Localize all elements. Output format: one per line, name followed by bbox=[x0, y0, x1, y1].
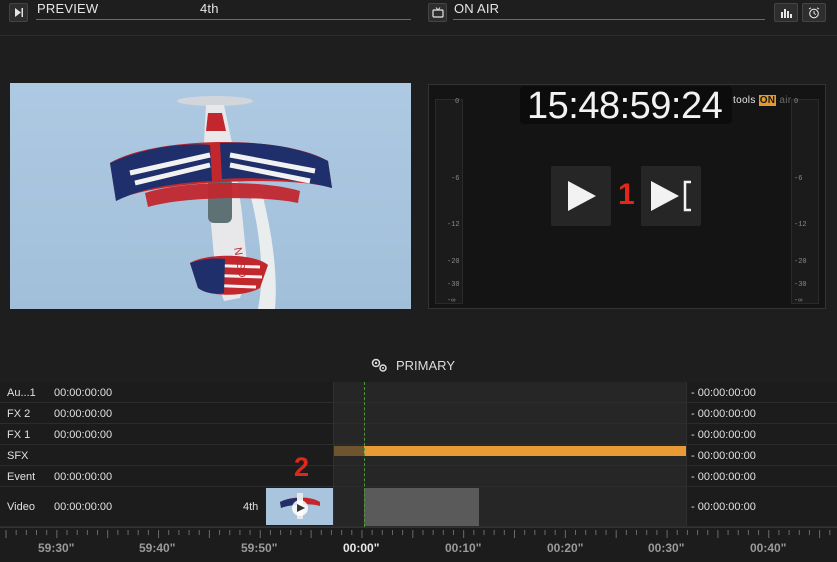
track-row-fx2[interactable]: FX 2 00:00:00:00 - 00:00:00:00 bbox=[0, 403, 837, 424]
ruler-label: 00:20" bbox=[547, 541, 584, 555]
ruler-label-current: 00:00" bbox=[343, 541, 380, 555]
track-row-video[interactable]: Video 00:00:00:00 4th - 00:00:00:00 bbox=[0, 487, 837, 527]
ruler-label: 00:10" bbox=[445, 541, 482, 555]
track-remaining: - 00:00:00:00 bbox=[691, 387, 756, 399]
video-clip-label: 4th bbox=[243, 501, 259, 513]
meter-tick: -12 bbox=[447, 221, 460, 229]
track-name: Event bbox=[7, 471, 36, 483]
track-name: Video bbox=[7, 501, 35, 513]
track-name: SFX bbox=[7, 450, 29, 462]
ruler-ticks bbox=[5, 530, 831, 538]
brand-suffix: air bbox=[779, 95, 792, 106]
meter-tick: -∞ bbox=[447, 297, 456, 305]
track-name: FX 2 bbox=[7, 408, 31, 420]
airplane-thumbnail bbox=[280, 493, 320, 519]
primary-label: PRIMARY bbox=[396, 357, 455, 373]
meter-tick: -20 bbox=[447, 258, 460, 266]
timeline-playhead[interactable] bbox=[364, 382, 365, 527]
timeline-ruler[interactable]: 59:30" 59:40" 59:50" 00:00" 00:10" 00:20… bbox=[0, 527, 837, 562]
bar-chart-icon[interactable] bbox=[774, 3, 798, 22]
track-lane[interactable] bbox=[334, 424, 686, 444]
play-step-icon[interactable] bbox=[9, 3, 28, 22]
ruler-label: 00:30" bbox=[648, 541, 685, 555]
play-to-end-button[interactable] bbox=[641, 166, 701, 226]
track-remaining: - 00:00:00:00 bbox=[691, 450, 756, 462]
video-clip-block[interactable] bbox=[364, 488, 479, 526]
track-timecode: 00:00:00:00 bbox=[54, 501, 113, 513]
preview-monitor[interactable]: NASD bbox=[10, 83, 411, 309]
onair-timecode: 15:48:59:24 bbox=[527, 85, 723, 127]
track-lane[interactable] bbox=[334, 382, 686, 402]
preview-clip-name: 4th bbox=[200, 1, 219, 16]
annotation-1: 1 bbox=[618, 178, 635, 211]
track-remaining: - 00:00:00:00 bbox=[691, 408, 756, 420]
track-row-sfx[interactable]: SFX - 00:00:00:00 bbox=[0, 445, 837, 466]
track-divider-right bbox=[686, 382, 687, 527]
meter-tick: -20 bbox=[794, 258, 807, 266]
airplane-image: NASD bbox=[110, 96, 332, 309]
track-row-event[interactable]: Event 00:00:00:00 - 00:00:00:00 bbox=[0, 466, 837, 487]
track-divider-left bbox=[333, 382, 334, 527]
brand-on: ON bbox=[758, 95, 777, 106]
video-clip-thumbnail[interactable] bbox=[266, 488, 334, 525]
ruler-label: 59:30" bbox=[38, 541, 75, 555]
meter-tick: 0 bbox=[794, 98, 799, 106]
brand-logo: tools ON air bbox=[733, 95, 791, 106]
ruler-label: 59:40" bbox=[139, 541, 176, 555]
annotation-2: 2 bbox=[294, 452, 310, 482]
onair-title: ON AIR bbox=[454, 1, 500, 16]
ruler-label: 00:40" bbox=[750, 541, 787, 555]
play-button[interactable] bbox=[551, 166, 611, 226]
track-timecode: 00:00:00:00 bbox=[54, 408, 113, 420]
tv-icon[interactable] bbox=[428, 3, 447, 22]
primary-layer-label[interactable]: PRIMARY bbox=[370, 357, 455, 373]
audio-meter-right: 0 -6 -12 -20 -30 -∞ bbox=[791, 98, 819, 305]
alarm-clock-icon[interactable] bbox=[802, 3, 826, 22]
preview-underline bbox=[36, 19, 411, 20]
meter-tick: -30 bbox=[447, 281, 460, 289]
ruler-label: 59:50" bbox=[241, 541, 278, 555]
track-timecode: 00:00:00:00 bbox=[54, 471, 113, 483]
track-remaining: - 00:00:00:00 bbox=[691, 501, 756, 513]
track-lane[interactable] bbox=[334, 466, 686, 486]
onair-underline bbox=[453, 19, 765, 20]
track-row-au1[interactable]: Au...1 00:00:00:00 - 00:00:00:00 bbox=[0, 382, 837, 403]
meter-tick: -∞ bbox=[794, 297, 803, 305]
track-timecode: 00:00:00:00 bbox=[54, 429, 113, 441]
brand-prefix: tools bbox=[733, 95, 756, 106]
top-bar: PREVIEW 4th ON AIR bbox=[0, 0, 837, 26]
track-remaining: - 00:00:00:00 bbox=[691, 429, 756, 441]
sfx-clip-bar[interactable] bbox=[364, 446, 686, 456]
play-icon bbox=[568, 181, 596, 211]
track-row-fx1[interactable]: FX 1 00:00:00:00 - 00:00:00:00 bbox=[0, 424, 837, 445]
audio-meter-left: 0 -6 -12 -20 -30 -∞ bbox=[435, 98, 463, 305]
meter-tick: -6 bbox=[451, 175, 460, 183]
meter-tick: -30 bbox=[794, 281, 807, 289]
meter-tick: -6 bbox=[794, 175, 803, 183]
track-timecode: 00:00:00:00 bbox=[54, 387, 113, 399]
track-remaining: - 00:00:00:00 bbox=[691, 471, 756, 483]
header-separator bbox=[0, 35, 837, 36]
track-lane[interactable] bbox=[334, 403, 686, 423]
meter-tick: 0 bbox=[455, 98, 460, 106]
meter-tick: -12 bbox=[794, 221, 807, 229]
track-name: Au...1 bbox=[7, 387, 36, 399]
play-to-mark-icon bbox=[651, 180, 691, 212]
sfx-preroll-bar bbox=[334, 446, 364, 456]
gears-icon bbox=[371, 358, 387, 372]
preview-title: PREVIEW bbox=[37, 1, 99, 16]
track-name: FX 1 bbox=[7, 429, 31, 441]
